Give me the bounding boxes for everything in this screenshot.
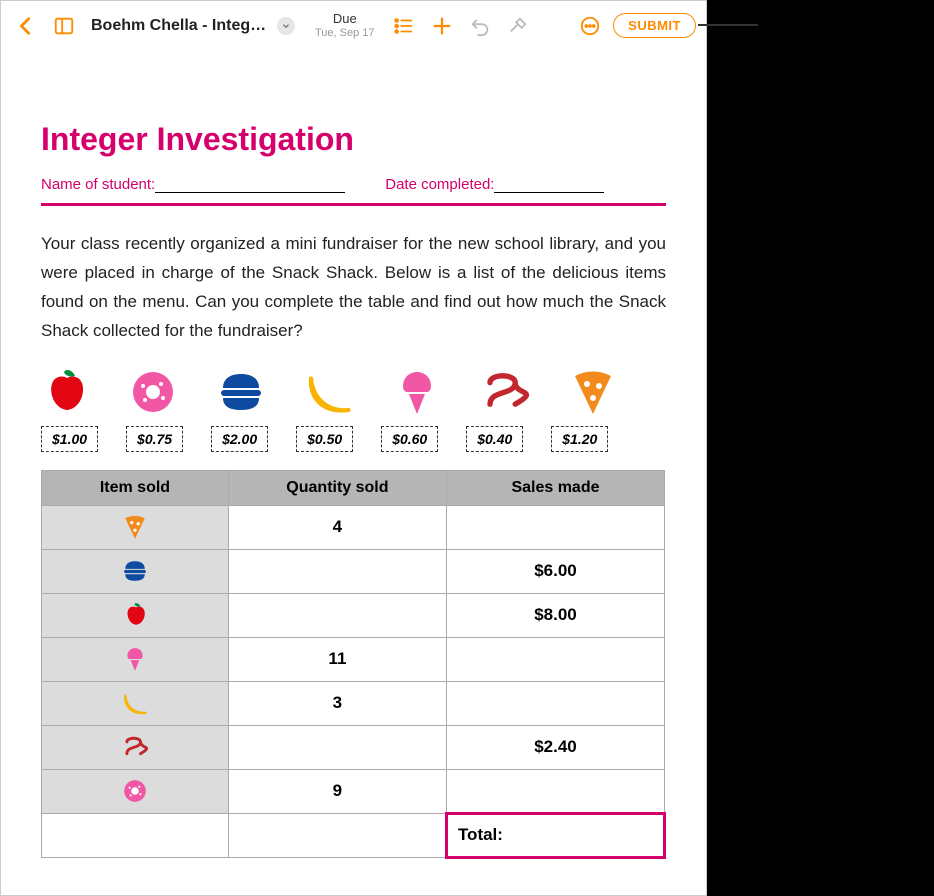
table-row: $8.00 <box>42 593 665 637</box>
item-cell <box>42 593 229 637</box>
total-blank-1 <box>42 813 229 857</box>
intro-paragraph: Your class recently organized a mini fun… <box>41 230 666 346</box>
qty-cell[interactable] <box>228 725 446 769</box>
banana-icon <box>305 368 353 416</box>
doc-title: Integer Investigation <box>41 121 666 158</box>
due-date-block: Due Tue, Sep 17 <box>315 12 375 38</box>
date-blank[interactable] <box>494 179 604 193</box>
document-title-block[interactable]: Boehm Chella - Integers I… <box>91 17 295 35</box>
toolbar: Boehm Chella - Integers I… Due Tue, Sep … <box>1 1 706 51</box>
price-pretzel: $0.40 <box>466 426 523 452</box>
price-donut: $0.75 <box>126 426 183 452</box>
hammer-icon[interactable] <box>503 11 533 41</box>
price-row: $1.00 $0.75 $2.00 $0.50 $0.60 $0.40 $1.20 <box>41 426 666 452</box>
add-icon[interactable] <box>427 11 457 41</box>
back-icon[interactable] <box>11 11 41 41</box>
item-cell <box>42 549 229 593</box>
sales-cell[interactable]: $2.40 <box>446 725 664 769</box>
table-row: 11 <box>42 637 665 681</box>
undo-icon[interactable] <box>465 11 495 41</box>
sales-table: Item sold Quantity sold Sales made 4$6.0… <box>41 470 666 859</box>
sales-cell[interactable] <box>446 769 664 813</box>
th-item: Item sold <box>42 470 229 505</box>
student-name-field: Name of student: <box>41 176 345 193</box>
price-banana: $0.50 <box>296 426 353 452</box>
pizza-icon <box>569 368 617 416</box>
table-row: 4 <box>42 505 665 549</box>
table-row: 3 <box>42 681 665 725</box>
burger-icon <box>217 368 265 416</box>
table-row: 9 <box>42 769 665 813</box>
table-row: $2.40 <box>42 725 665 769</box>
date-label: Date completed: <box>385 176 494 193</box>
pretzel-icon <box>481 368 529 416</box>
qty-cell[interactable]: 11 <box>228 637 446 681</box>
submit-button[interactable]: SUBMIT <box>613 13 696 38</box>
icecream-icon <box>122 649 148 668</box>
item-cell <box>42 681 229 725</box>
apple-icon <box>122 605 148 624</box>
item-cell <box>42 505 229 549</box>
qty-cell[interactable] <box>228 593 446 637</box>
sidebar-icon[interactable] <box>49 11 79 41</box>
sales-cell[interactable] <box>446 681 664 725</box>
price-apple: $1.00 <box>41 426 98 452</box>
menu-icon-row <box>41 364 666 426</box>
qty-cell[interactable] <box>228 549 446 593</box>
th-qty: Quantity sold <box>228 470 446 505</box>
qty-cell[interactable]: 3 <box>228 681 446 725</box>
item-cell <box>42 637 229 681</box>
burger-icon <box>122 561 148 580</box>
more-icon[interactable] <box>575 11 605 41</box>
total-blank-2 <box>228 813 446 857</box>
field-row: Name of student: Date completed: <box>41 176 666 193</box>
price-pizza: $1.20 <box>551 426 608 452</box>
qty-cell[interactable]: 9 <box>228 769 446 813</box>
due-label: Due <box>315 12 375 26</box>
banana-icon <box>122 693 148 712</box>
sales-cell[interactable]: $6.00 <box>446 549 664 593</box>
item-cell <box>42 769 229 813</box>
pretzel-icon <box>122 737 148 756</box>
apple-icon <box>41 368 89 416</box>
total-row: Total: <box>42 813 665 857</box>
price-burger: $2.00 <box>211 426 268 452</box>
pizza-icon <box>122 517 148 536</box>
price-icecream: $0.60 <box>381 426 438 452</box>
donut-icon <box>122 781 148 800</box>
chevron-down-icon[interactable] <box>277 17 295 35</box>
sales-cell[interactable] <box>446 637 664 681</box>
document-body: Integer Investigation Name of student: D… <box>1 51 706 879</box>
name-blank[interactable] <box>155 179 345 193</box>
donut-icon <box>129 368 177 416</box>
due-date: Tue, Sep 17 <box>315 27 375 39</box>
name-label: Name of student: <box>41 176 155 193</box>
callout-line <box>698 24 758 26</box>
item-cell <box>42 725 229 769</box>
app-window: Boehm Chella - Integers I… Due Tue, Sep … <box>0 0 707 896</box>
list-icon[interactable] <box>389 11 419 41</box>
divider <box>41 203 666 206</box>
th-sales: Sales made <box>446 470 664 505</box>
sales-cell[interactable] <box>446 505 664 549</box>
total-cell[interactable]: Total: <box>446 813 664 857</box>
table-row: $6.00 <box>42 549 665 593</box>
icecream-icon <box>393 368 441 416</box>
document-title: Boehm Chella - Integers I… <box>91 17 271 35</box>
date-field: Date completed: <box>385 176 604 193</box>
sales-cell[interactable]: $8.00 <box>446 593 664 637</box>
qty-cell[interactable]: 4 <box>228 505 446 549</box>
